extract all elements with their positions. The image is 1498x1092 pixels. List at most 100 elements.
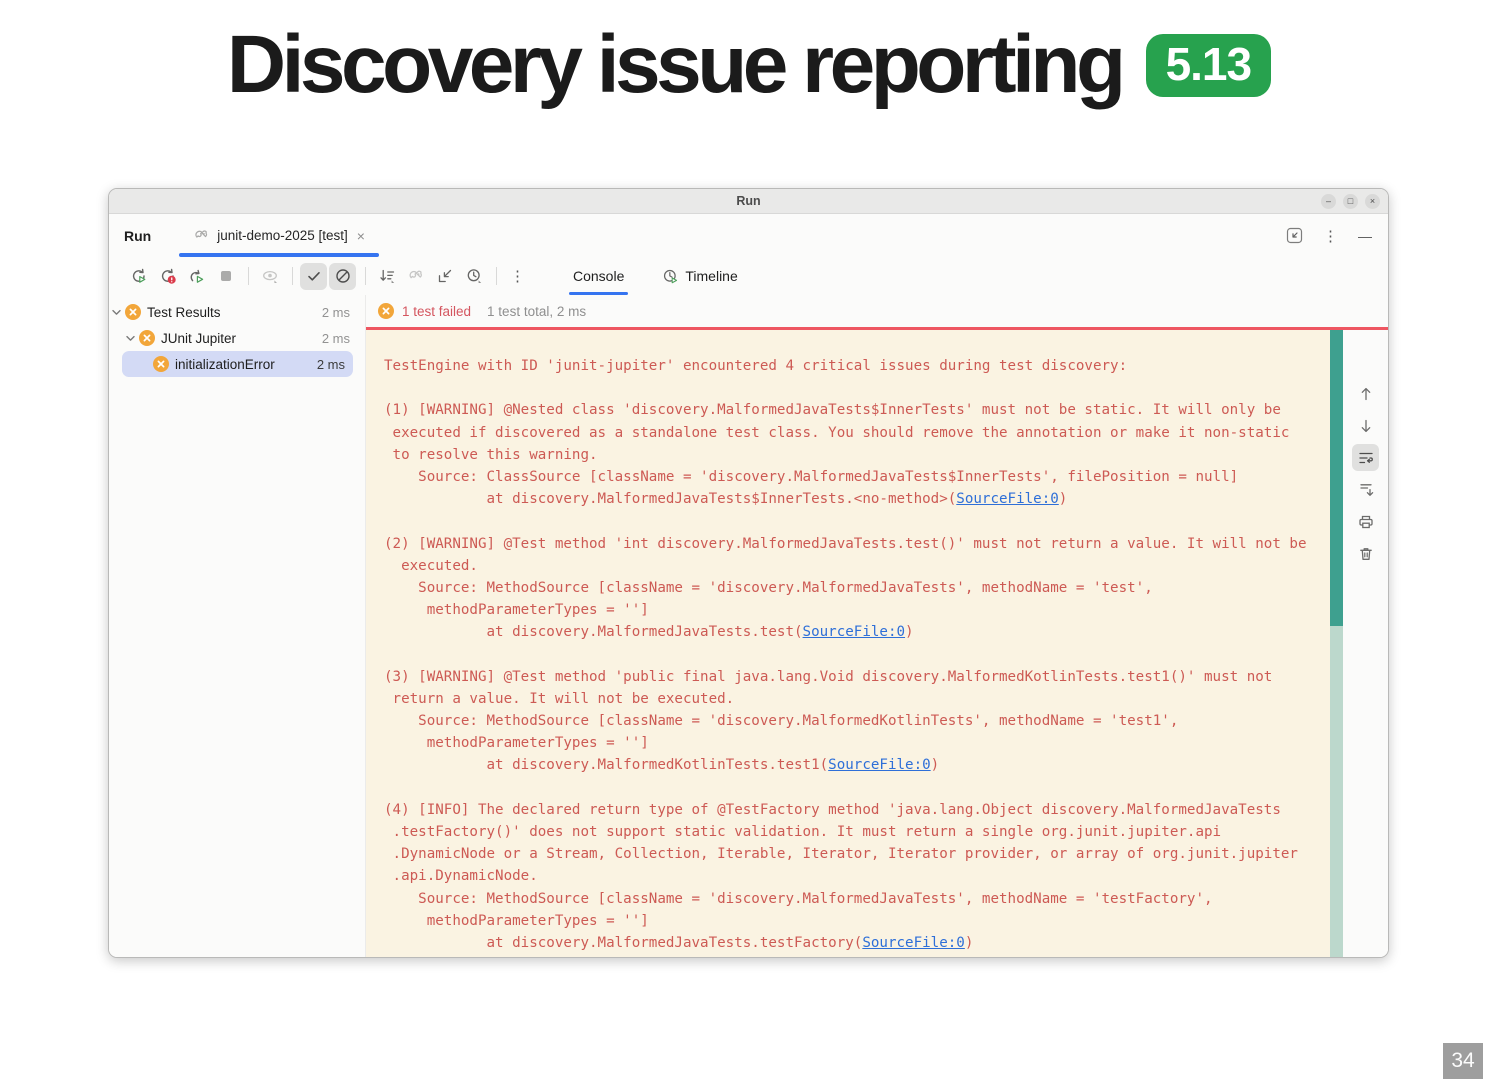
console-line: at discovery.MalformedJavaTests$InnerTes… (384, 491, 1068, 508)
show-gradle-output-button[interactable] (402, 263, 429, 290)
console-line: methodParameterTypes = ''] (384, 602, 649, 619)
failed-count-text: 1 test failed (402, 303, 472, 319)
clock-icon (465, 267, 483, 285)
minimize-icon: – (1325, 195, 1331, 206)
show-ignored-button[interactable] (329, 262, 356, 290)
gradle-icon (193, 227, 210, 244)
tree-row-junit-jupiter[interactable]: JUnit Jupiter 2 ms (109, 325, 365, 351)
arrow-up-icon (1357, 385, 1375, 403)
version-badge: 5.13 (1145, 33, 1272, 97)
stop-icon (217, 267, 235, 285)
chevron-down-icon[interactable] (123, 333, 137, 344)
hide-tool-window-icon[interactable]: — (1358, 228, 1372, 244)
scroll-up-button[interactable] (1352, 380, 1379, 407)
rerun-failed-icon (159, 267, 177, 285)
tree-item-label: Test Results (147, 304, 221, 320)
tree-row-initialization-error[interactable]: initializationError 2 ms (109, 351, 365, 377)
tree-row-test-results[interactable]: Test Results 2 ms (109, 299, 365, 325)
console-line: Source: ClassSource [className = 'discov… (384, 468, 1239, 485)
tool-window-header: Run junit-demo-2025 [test] × ⋮ — (109, 214, 1388, 257)
failed-status-icon (378, 303, 394, 319)
console-scrollbar[interactable] (1330, 330, 1343, 957)
rerun-failed-tests-button[interactable] (154, 263, 181, 290)
console-actions-rail (1343, 330, 1388, 957)
circle-slash-icon (334, 267, 352, 285)
more-options-icon[interactable]: ⋮ (1323, 227, 1338, 245)
run-window: Run – □ × Run junit-demo-2025 [test] × ⋮… (108, 188, 1389, 958)
test-error-icon (153, 356, 169, 372)
console-line: .testFactory()' does not support static … (384, 823, 1222, 840)
source-file-link[interactable]: SourceFile:0 (862, 935, 965, 951)
scroll-to-end-icon (1357, 481, 1375, 499)
eye-icon (261, 267, 279, 285)
console-line: (4) [INFO] The declared return type of @… (384, 801, 1281, 818)
scrollbar-thumb[interactable] (1330, 330, 1343, 626)
tool-window-label: Run (124, 227, 152, 244)
toolbar-separator (496, 267, 497, 285)
run-content: Test Results 2 ms JUnit Jupiter 2 ms ini… (109, 295, 1388, 957)
console-line: methodParameterTypes = ''] (384, 912, 649, 929)
print-button[interactable] (1352, 508, 1379, 535)
close-icon: × (1369, 195, 1376, 206)
slide: Discovery issue reporting 5.13 Run – □ ×… (0, 0, 1498, 1092)
toolbar-more-button[interactable]: ⋮ (504, 263, 531, 290)
scroll-down-button[interactable] (1352, 412, 1379, 439)
tree-item-label: initializationError (175, 356, 275, 372)
sort-icon (378, 267, 396, 285)
soft-wrap-button[interactable] (1352, 444, 1379, 471)
dock-window-icon[interactable] (1286, 227, 1303, 244)
test-error-icon (125, 304, 141, 320)
run-configuration-tab[interactable]: junit-demo-2025 [test] × (179, 214, 379, 257)
rerun-automatically-button[interactable] (183, 263, 210, 290)
arrow-down-icon (1357, 417, 1375, 435)
rerun-automatically-icon (188, 267, 206, 285)
tab-timeline[interactable]: Timeline (654, 257, 745, 295)
timeline-tab-label: Timeline (685, 268, 738, 284)
clear-all-button[interactable] (1352, 540, 1379, 567)
console-viewport: TestEngine with ID 'junit-jupiter' encou… (366, 330, 1343, 957)
console-line: .api.DynamicNode. (384, 868, 538, 885)
import-test-results-button[interactable] (431, 263, 458, 290)
sort-alphabetically-button[interactable] (373, 263, 400, 290)
console-zone: TestEngine with ID 'junit-jupiter' encou… (366, 330, 1388, 957)
minimize-button[interactable]: – (1321, 193, 1336, 209)
source-file-link[interactable]: SourceFile:0 (803, 624, 906, 640)
console-line: (1) [WARNING] @Nested class 'discovery.M… (384, 402, 1281, 419)
test-status-bar: 1 test failed 1 test total, 2 ms (366, 295, 1388, 327)
source-file-link[interactable]: SourceFile:0 (956, 491, 1059, 507)
chevron-down-icon[interactable] (109, 307, 123, 318)
test-history-button[interactable] (460, 263, 487, 290)
console-line: Source: MethodSource [className = 'disco… (384, 579, 1153, 596)
console-output: TestEngine with ID 'junit-jupiter' encou… (366, 330, 1343, 957)
source-file-link[interactable]: SourceFile:0 (828, 757, 931, 773)
maximize-button[interactable]: □ (1343, 193, 1358, 209)
watch-options-button[interactable] (256, 263, 283, 290)
page-title: Discovery issue reporting (226, 19, 1126, 110)
slide-header: Discovery issue reporting 5.13 (0, 24, 1498, 106)
console-pane: 1 test failed 1 test total, 2 ms TestEng… (366, 295, 1388, 957)
trash-icon (1357, 545, 1375, 563)
run-tab-label: junit-demo-2025 [test] (217, 228, 348, 243)
import-icon (436, 267, 454, 285)
close-button[interactable]: × (1365, 193, 1380, 209)
window-titlebar: Run – □ × (109, 189, 1388, 214)
scroll-to-end-button[interactable] (1352, 476, 1379, 503)
toolbar-separator (365, 267, 366, 285)
toolbar-separator (248, 267, 249, 285)
tree-item-time: 2 ms (321, 330, 350, 346)
page-number: 34 (1443, 1043, 1483, 1079)
printer-icon (1357, 513, 1375, 531)
test-summary-text: 1 test total, 2 ms (487, 303, 587, 319)
console-tab-label: Console (573, 268, 625, 284)
show-passed-button[interactable] (300, 262, 327, 290)
window-controls: – □ × (1321, 193, 1388, 209)
rerun-button[interactable] (125, 263, 152, 290)
tab-close-icon[interactable]: × (355, 228, 367, 244)
stop-button[interactable] (212, 263, 239, 290)
check-icon (305, 267, 323, 285)
tab-console[interactable]: Console (565, 257, 632, 295)
tool-window-header-actions: ⋮ — (1286, 227, 1372, 245)
